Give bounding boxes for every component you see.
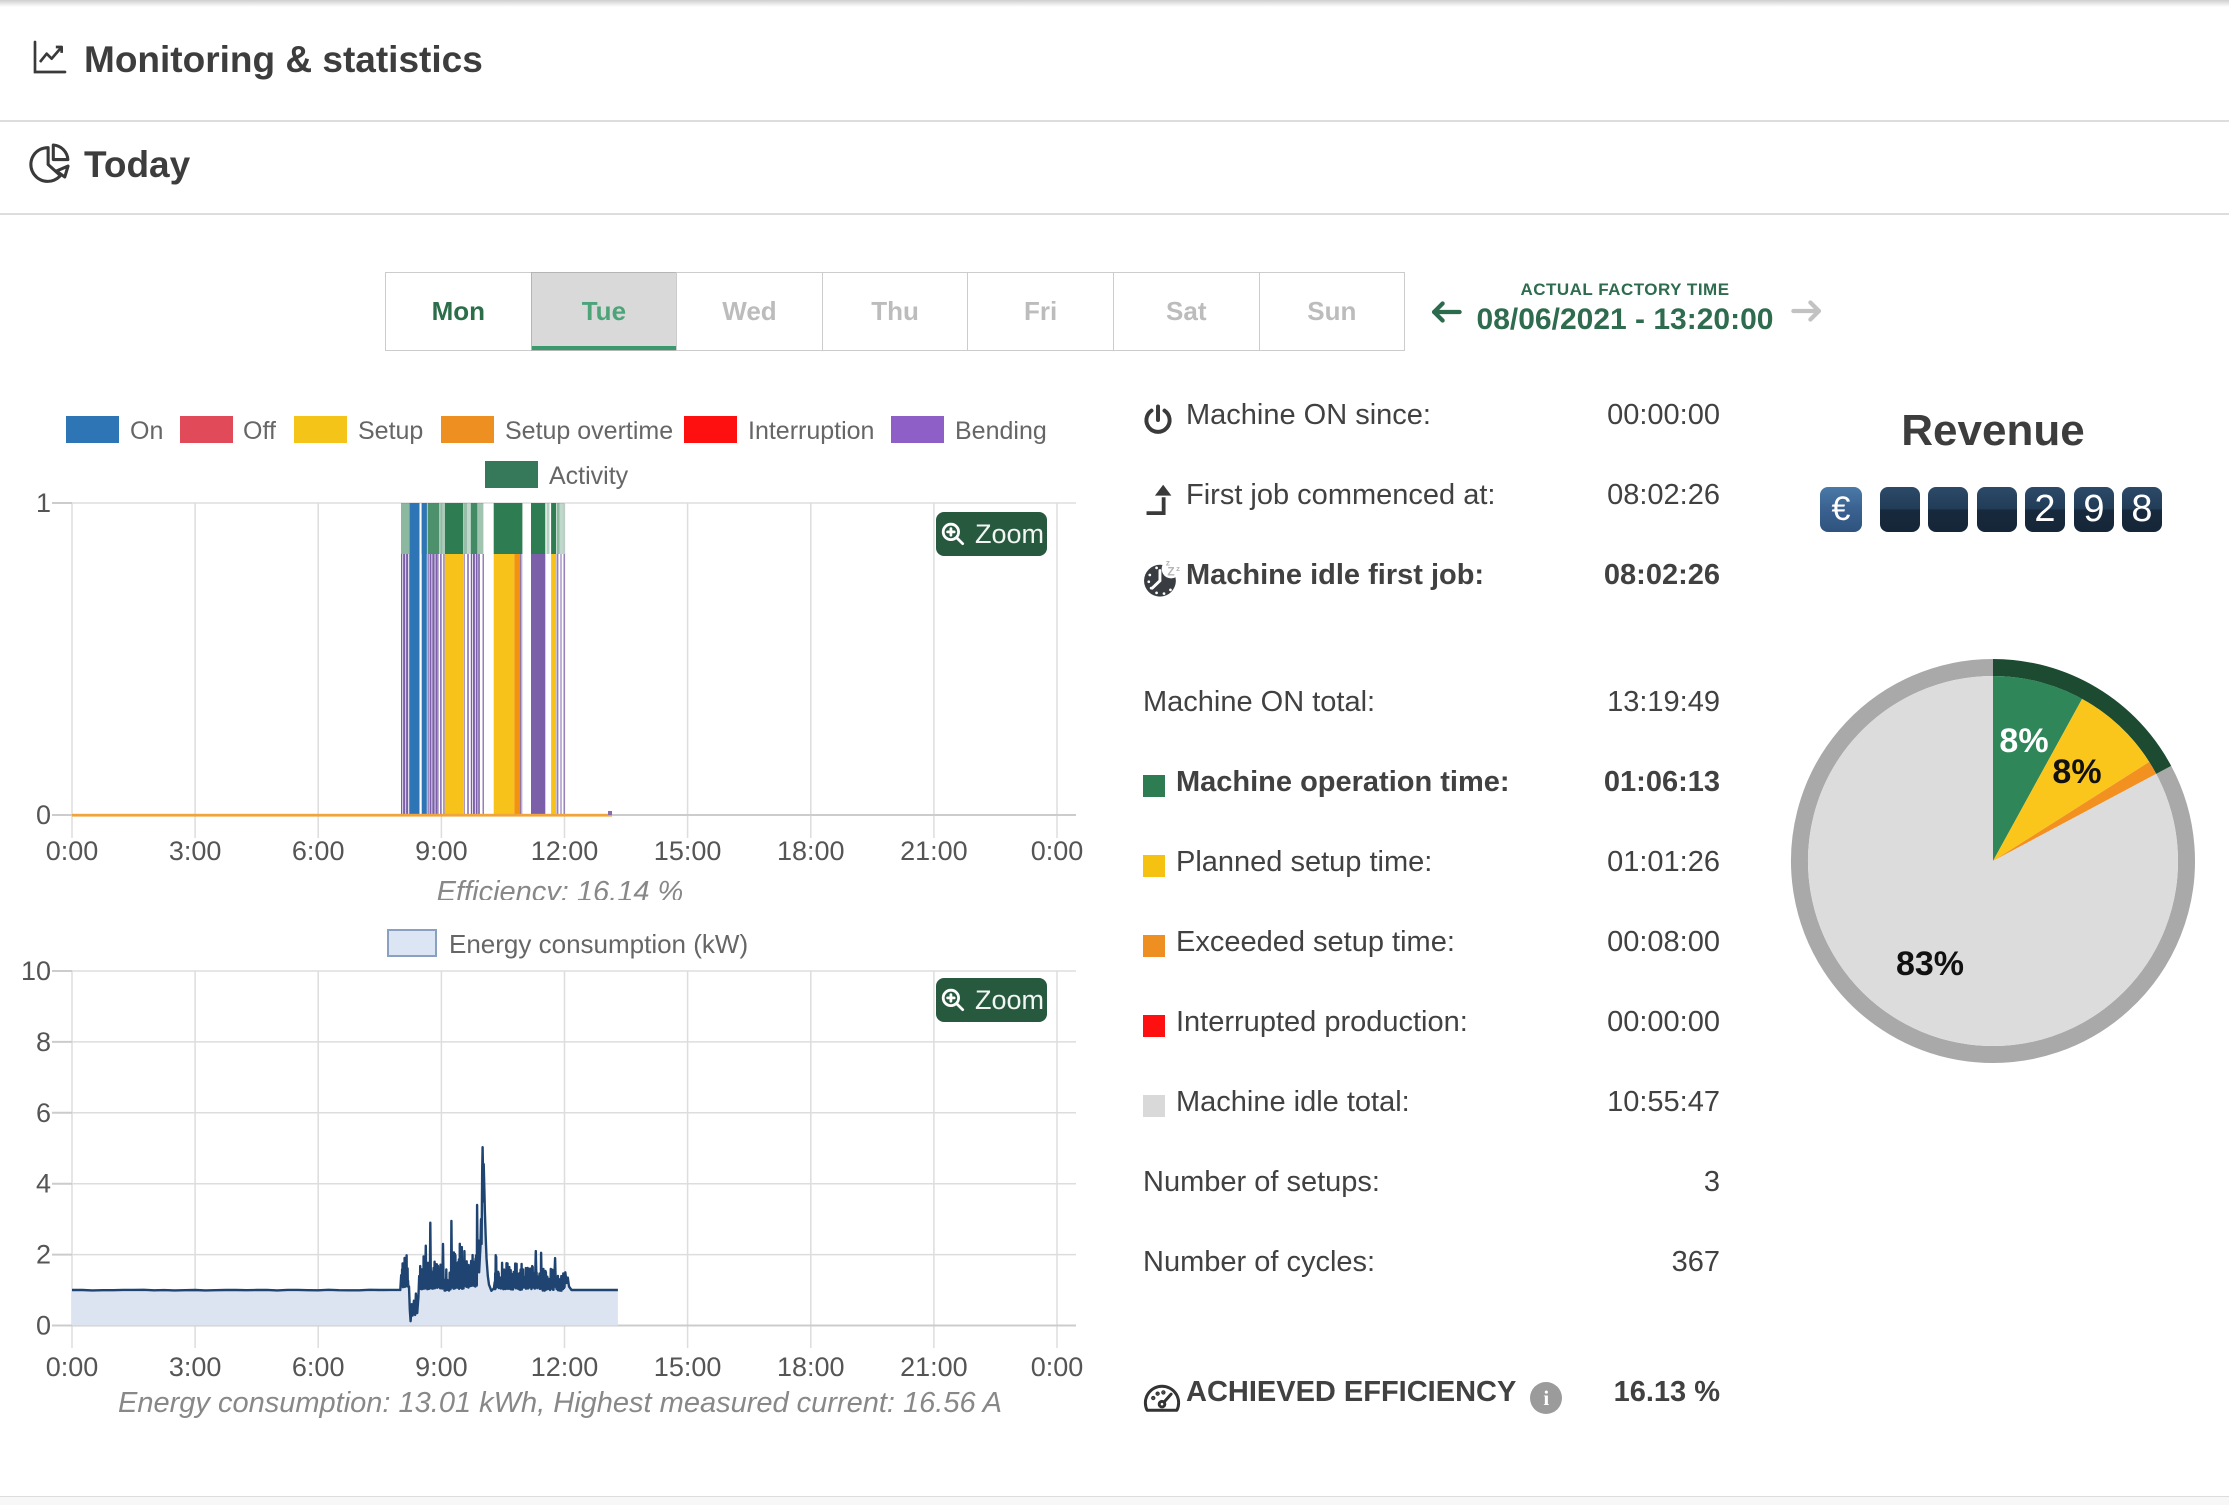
svg-text:83%: 83% [1896,945,1964,983]
svg-text:8%: 8% [1999,722,2048,760]
svg-text:8%: 8% [2052,753,2101,791]
